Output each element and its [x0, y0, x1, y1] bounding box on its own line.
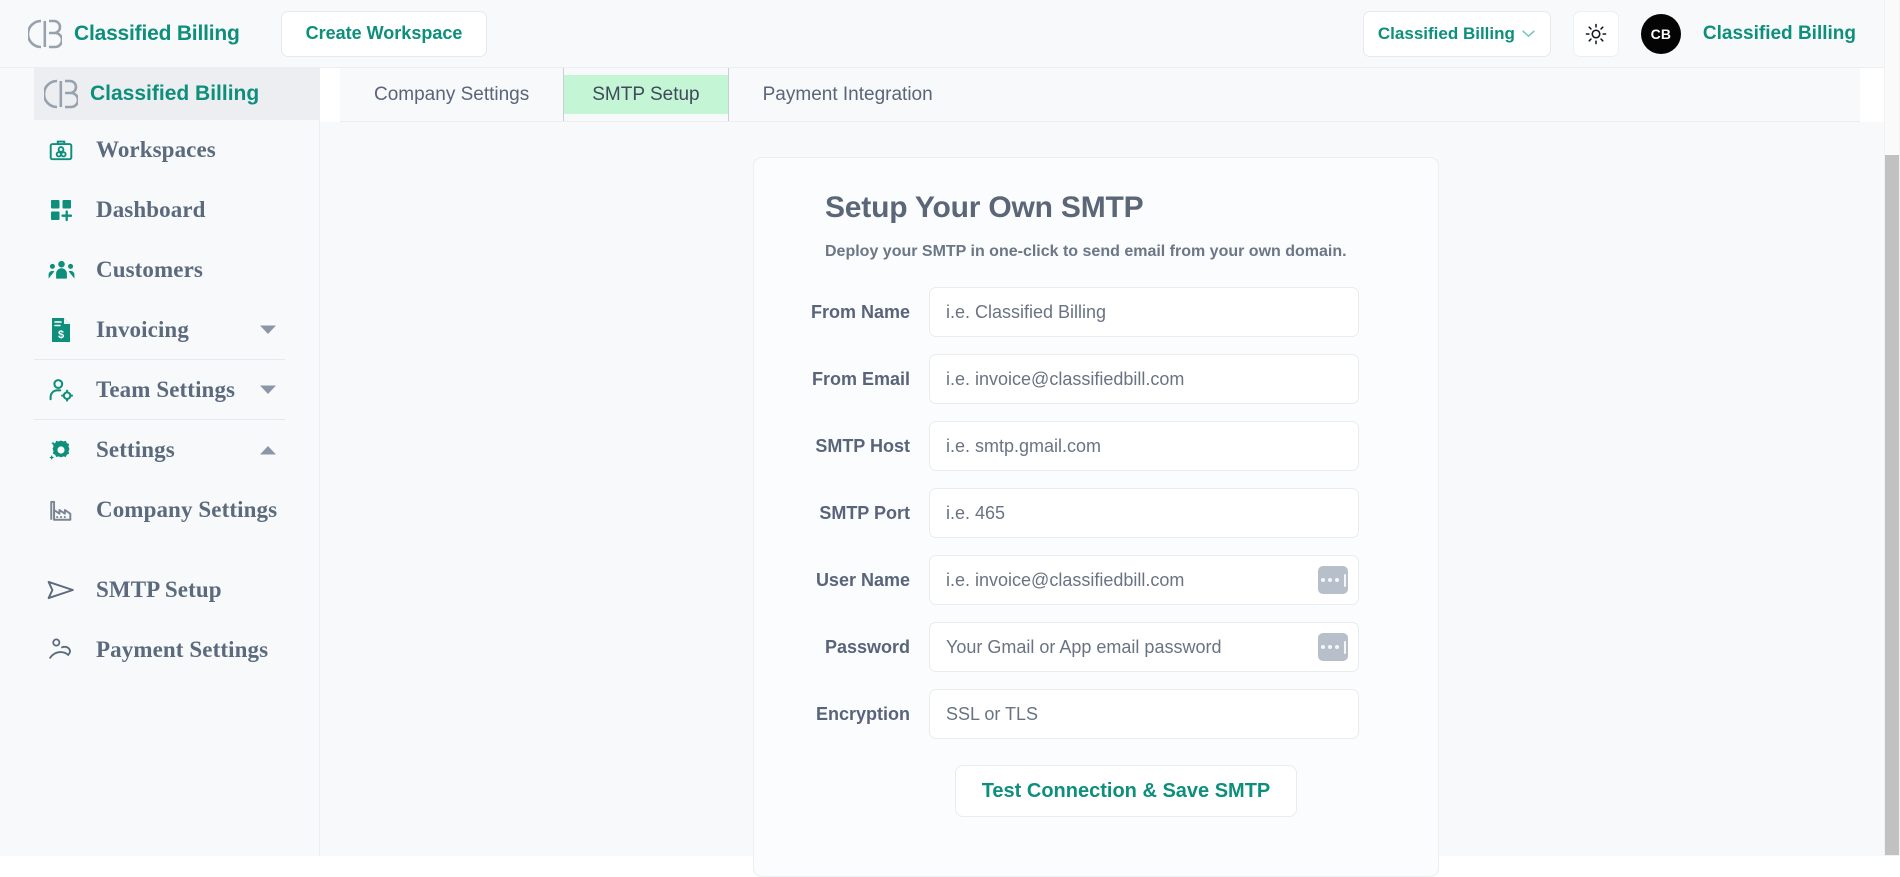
smtp-port-placeholder: i.e. 465 [946, 502, 1006, 523]
sidebar-item-label: Payment Settings [96, 637, 269, 662]
sidebar-item-invoicing[interactable]: $ Invoicing [34, 300, 285, 360]
cb-logo-icon [44, 79, 78, 109]
test-connection-save-smtp-button[interactable]: Test Connection & Save SMTP [954, 765, 1298, 817]
from-email-field[interactable]: i.e. invoice@classifiedbill.com [929, 354, 1359, 404]
chevron-down-icon[interactable] [259, 324, 277, 335]
sidebar-item-label: SMTP Setup [96, 577, 222, 602]
sun-icon [1585, 23, 1607, 44]
brand-label: Classified Billing [74, 21, 240, 45]
user-name-field[interactable]: i.e. invoice@classifiedbill.com [929, 555, 1359, 605]
invoice-doc-icon: $ [46, 315, 76, 345]
scrollbar-thumb[interactable] [1885, 155, 1899, 855]
submit-row: Test Connection & Save SMTP [754, 765, 1438, 817]
svg-text:$: $ [58, 329, 64, 341]
user-name-label: User Name [815, 569, 910, 590]
smtp-port-field[interactable]: i.e. 465 [929, 488, 1359, 538]
workspace-selector[interactable]: Classified Billing [1362, 10, 1551, 57]
from-email-label: From Email [811, 368, 910, 389]
encryption-placeholder: SSL or TLS [946, 703, 1039, 724]
top-bar: Classified Billing Create Workspace Clas… [0, 0, 1884, 68]
sidebar-item-customers[interactable]: Customers [34, 240, 285, 300]
from-email-placeholder: i.e. invoice@classifiedbill.com [946, 368, 1185, 389]
page-title: Setup Your Own SMTP [825, 191, 1144, 224]
from-name-placeholder: i.e. Classified Billing [946, 301, 1107, 322]
settings-tabs: Company Settings SMTP Setup Payment Inte… [340, 68, 1860, 122]
user-name-label: Classified Billing [1702, 22, 1856, 44]
sidebar-item-label: Settings [96, 437, 175, 462]
brand[interactable]: Classified Billing [28, 18, 240, 50]
encryption-label: Encryption [815, 703, 910, 724]
page-scrollbar[interactable] [1884, 0, 1900, 856]
tab-smtp-setup[interactable]: SMTP Setup [564, 75, 728, 114]
sidebar-item-settings[interactable]: Settings [34, 420, 285, 480]
chevron-down-icon [1522, 30, 1535, 38]
smtp-host-label: SMTP Host [815, 435, 910, 456]
password-label: Password [824, 636, 910, 657]
password-placeholder: Your Gmail or App email password [946, 636, 1222, 657]
encryption-field[interactable]: SSL or TLS [929, 689, 1359, 739]
gear-icon [46, 435, 76, 465]
user-gear-icon [46, 375, 76, 405]
sidebar-header[interactable]: Classified Billing [34, 68, 320, 120]
dashboard-grid-icon [46, 195, 76, 225]
smtp-host-placeholder: i.e. smtp.gmail.com [946, 435, 1102, 456]
chevron-down-icon[interactable] [259, 384, 277, 395]
sidebar-item-dashboard[interactable]: Dashboard [34, 180, 285, 240]
sidebar-item-label: Customers [96, 257, 203, 282]
factory-icon [46, 495, 76, 525]
sidebar-item-label: Company Settings [96, 497, 278, 522]
from-name-label: From Name [810, 301, 910, 322]
password-manager-icon[interactable] [1318, 566, 1348, 594]
field-row-encryption: Encryption SSL or TLS [754, 689, 1438, 739]
sidebar-item-label: Team Settings [96, 376, 236, 402]
sidebar-nav: Workspaces Dashboard Customers $ Invoici… [34, 120, 285, 680]
field-row-password: Password Your Gmail or App email passwor… [754, 622, 1438, 672]
sidebar-item-team-settings[interactable]: Team Settings [34, 360, 285, 420]
cb-logo-icon [28, 19, 62, 48]
top-bar-actions: Classified Billing CB Classified Billing [1362, 10, 1856, 57]
smtp-setup-card: Setup Your Own SMTP Deploy your SMTP in … [753, 157, 1439, 877]
sidebar-item-workspaces[interactable]: Workspaces [34, 120, 285, 180]
sidebar-item-label: Workspaces [96, 137, 216, 162]
paper-plane-icon [46, 575, 76, 605]
scrollbar-track-top [1885, 0, 1899, 155]
smtp-host-field[interactable]: i.e. smtp.gmail.com [929, 421, 1359, 471]
password-manager-icon[interactable] [1318, 633, 1348, 661]
workspace-selector-value: Classified Billing [1377, 23, 1515, 43]
briefcase-icon [46, 135, 76, 165]
from-name-field[interactable]: i.e. Classified Billing [929, 287, 1359, 337]
sidebar-item-label: Dashboard [96, 197, 206, 222]
field-row-smtp-port: SMTP Port i.e. 465 [754, 488, 1438, 538]
field-row-smtp-host: SMTP Host i.e. smtp.gmail.com [754, 421, 1438, 471]
password-field[interactable]: Your Gmail or App email password [929, 622, 1359, 672]
sidebar-item-label: Invoicing [96, 316, 189, 342]
avatar[interactable]: CB [1640, 13, 1681, 54]
smtp-port-label: SMTP Port [819, 502, 910, 523]
users-icon [46, 255, 76, 285]
sidebar-header-label: Classified Billing [90, 82, 260, 105]
sidebar-item-payment-settings[interactable]: Payment Settings [34, 620, 285, 680]
field-row-from-name: From Name i.e. Classified Billing [754, 287, 1438, 337]
hand-coin-icon [46, 635, 76, 665]
tab-payment-integration[interactable]: Payment Integration [729, 68, 967, 121]
smtp-form: From Name i.e. Classified Billing From E… [754, 287, 1438, 817]
sidebar: Classified Billing Workspaces Dashboard … [0, 68, 320, 856]
field-row-user-name: User Name i.e. invoice@classifiedbill.co… [754, 555, 1438, 605]
create-workspace-button[interactable]: Create Workspace [280, 10, 488, 57]
tab-company-settings[interactable]: Company Settings [340, 68, 565, 121]
sidebar-item-smtp-setup[interactable]: SMTP Setup [34, 560, 285, 620]
field-row-from-email: From Email i.e. invoice@classifiedbill.c… [754, 354, 1438, 404]
user-name-placeholder: i.e. invoice@classifiedbill.com [946, 569, 1185, 590]
main-content: Setup Your Own SMTP Deploy your SMTP in … [320, 122, 1884, 877]
sidebar-item-company-settings[interactable]: Company Settings [34, 480, 285, 540]
chevron-up-icon[interactable] [259, 445, 277, 456]
theme-toggle-button[interactable] [1572, 10, 1619, 57]
page-subtitle: Deploy your SMTP in one-click to send em… [825, 243, 1347, 260]
